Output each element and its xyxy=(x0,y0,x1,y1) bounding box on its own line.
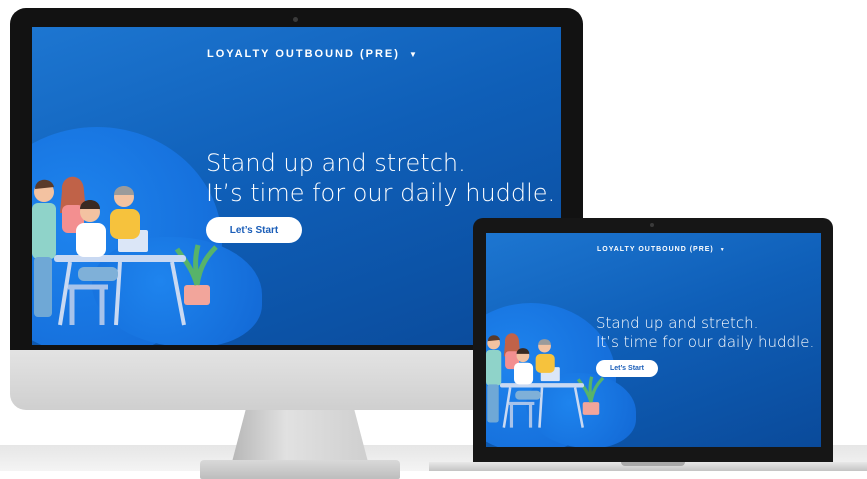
nav-title-text: LOYALTY OUTBOUND (PRE) xyxy=(207,48,400,60)
headline-line-2: It’s time for our daily huddle. xyxy=(206,179,556,207)
person-left-legs xyxy=(34,257,52,317)
laptop-notch xyxy=(621,462,685,466)
plant-leaves xyxy=(576,376,605,403)
caret-down-icon: ▼ xyxy=(408,50,419,59)
chair xyxy=(68,284,108,325)
desk-top xyxy=(54,255,186,262)
laptop-device: LOYALTY OUTBOUND (PRE) ▼ Stand up and st… xyxy=(429,218,867,471)
person-left-body xyxy=(486,350,502,386)
hero-headline: Stand up and stretch. It’s time for our … xyxy=(596,314,814,352)
headline-line-2: It’s time for our daily huddle. xyxy=(596,332,815,351)
team-huddle-illustration xyxy=(32,176,218,326)
person-older-hair xyxy=(538,339,551,345)
plant-pot xyxy=(184,285,210,305)
headline-line-1: Stand up and stretch. xyxy=(596,314,759,332)
webcam-icon xyxy=(293,17,298,22)
laptop-screen: LOYALTY OUTBOUND (PRE) ▼ Stand up and st… xyxy=(486,233,821,447)
nav-title-dropdown[interactable]: LOYALTY OUTBOUND (PRE) ▼ xyxy=(597,246,726,253)
person-seated-legs xyxy=(78,267,118,281)
headline-line-1: Stand up and stretch. xyxy=(206,149,466,177)
person-left-legs xyxy=(487,384,499,423)
monitor-stand-neck xyxy=(232,410,368,462)
team-huddle-illustration xyxy=(486,333,605,428)
person-seated-body xyxy=(514,362,534,385)
desk-top xyxy=(500,383,584,388)
hero-headline: Stand up and stretch. It’s time for our … xyxy=(206,148,555,208)
nav-title-dropdown[interactable]: LOYALTY OUTBOUND (PRE) ▼ xyxy=(207,48,419,60)
webcam-icon xyxy=(650,223,654,227)
person-seated-body xyxy=(76,223,106,257)
chair xyxy=(508,401,535,428)
plant-pot xyxy=(582,402,600,415)
person-older-hair xyxy=(114,186,134,195)
caret-down-icon: ▼ xyxy=(719,247,726,253)
plant-leaves xyxy=(174,244,218,286)
nav-title-text: LOYALTY OUTBOUND (PRE) xyxy=(597,246,714,253)
person-seated-legs xyxy=(515,390,541,400)
person-older-body xyxy=(110,209,140,239)
monitor-stand-base xyxy=(200,460,400,479)
person-left-body xyxy=(32,203,56,259)
person-older-body xyxy=(535,353,555,373)
